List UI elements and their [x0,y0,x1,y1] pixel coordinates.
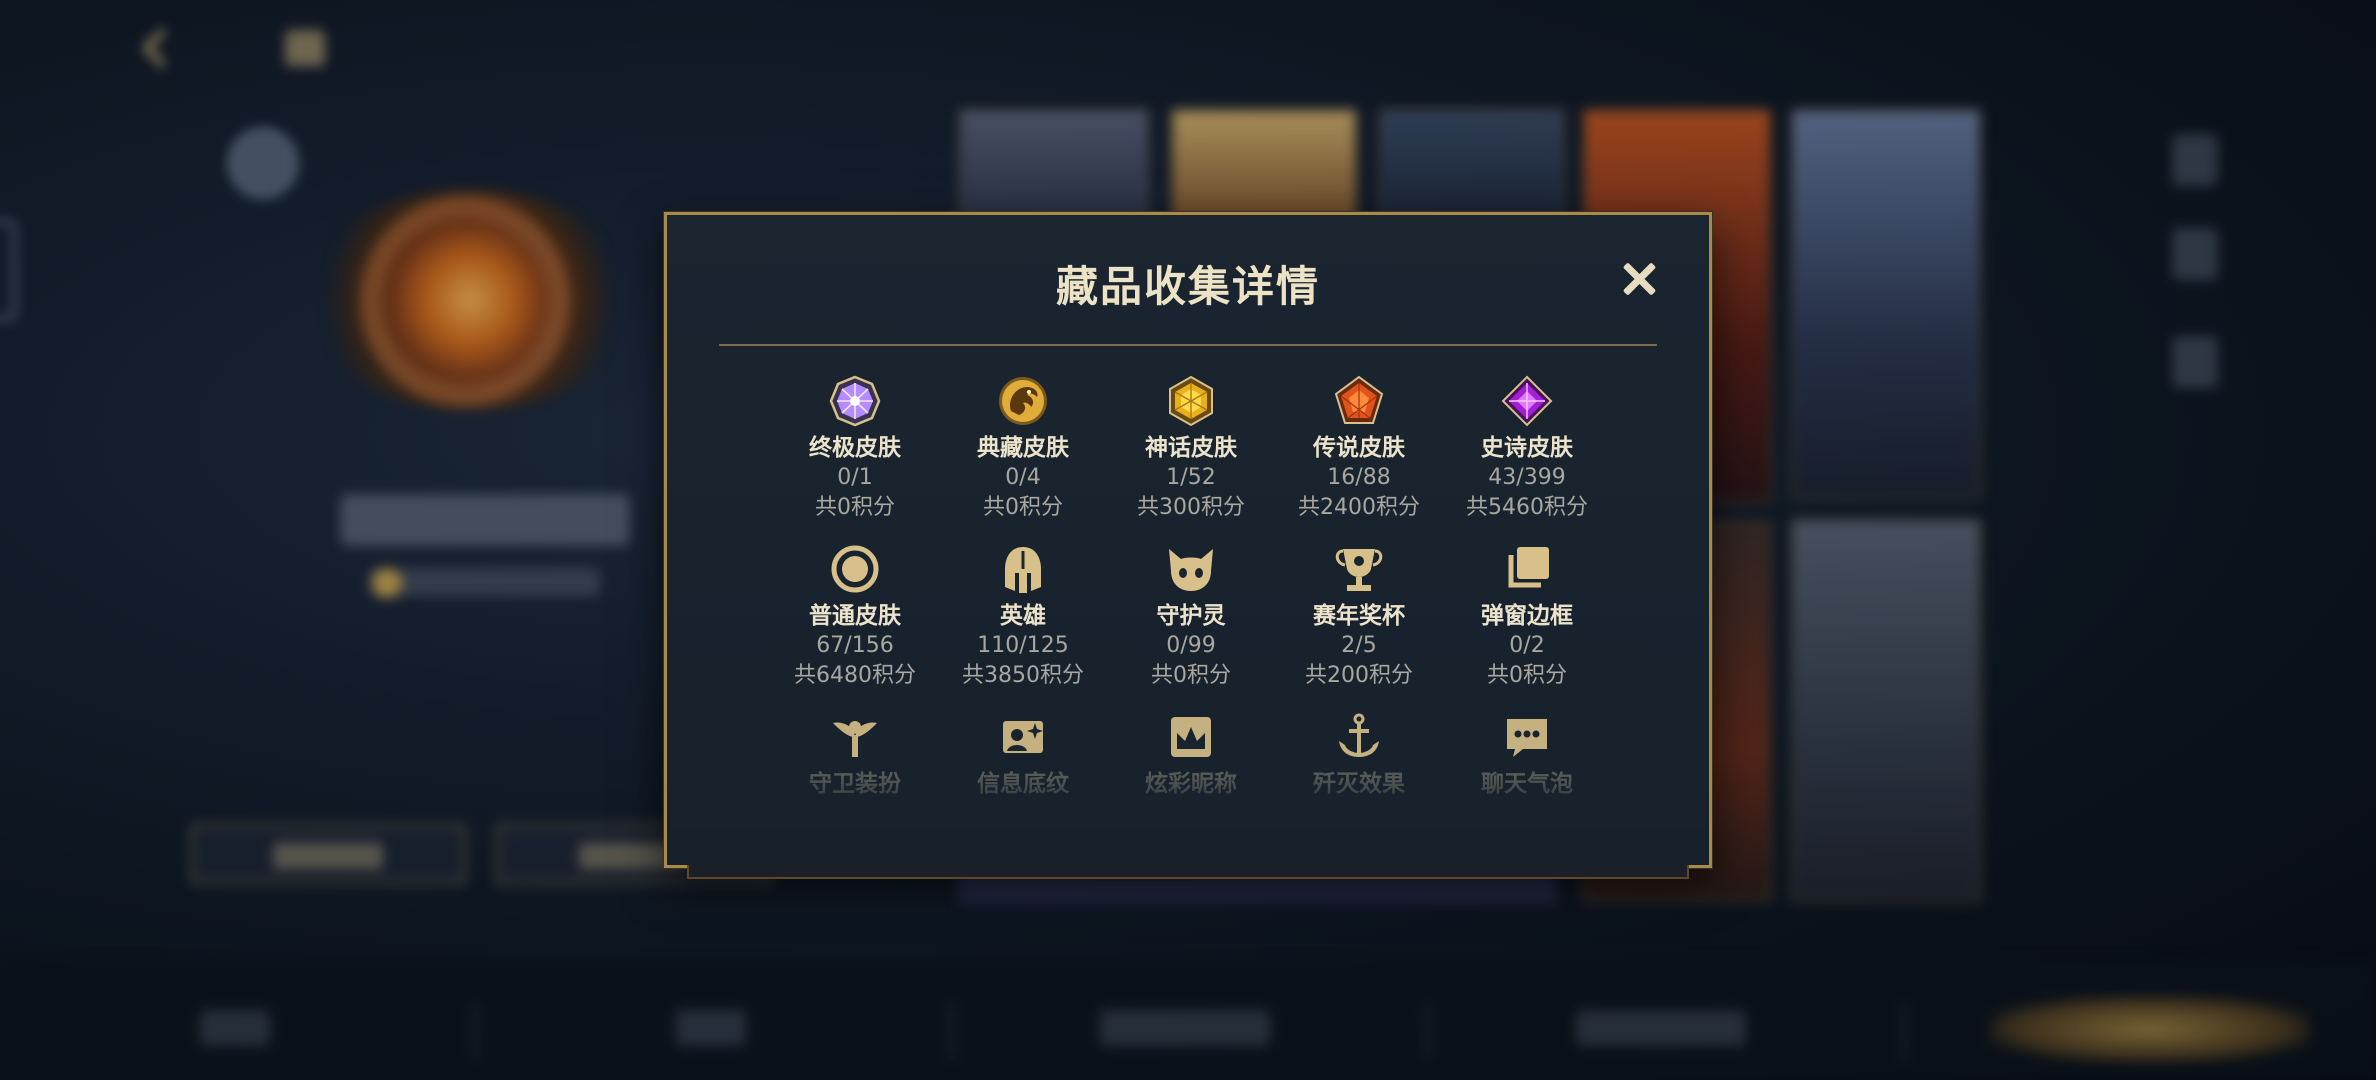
prestige-skin-dragon-icon [999,377,1047,425]
collection-item-chat-bubble[interactable]: 聊天气泡 [1443,711,1611,799]
item-label: 终极皮肤 [809,435,901,461]
share-icon[interactable] [2172,134,2218,186]
tab-divider [1902,1004,1905,1060]
item-count: 0/1 [837,465,873,490]
skin-card[interactable] [1790,108,1982,500]
rank-emblem-ring [360,196,570,406]
item-score: 共6480积分 [794,663,916,688]
item-label: 史诗皮肤 [1481,435,1573,461]
bottom-tab-2[interactable] [676,1010,746,1046]
item-count: 43/399 [1488,465,1566,490]
collection-item-info-banner[interactable]: 信息底纹 [939,711,1107,799]
item-label: 普通皮肤 [809,603,901,629]
item-label: 典藏皮肤 [977,435,1069,461]
tab-divider [1426,1004,1429,1060]
ward-skin-icon [833,721,877,757]
item-count: 0/99 [1166,633,1216,658]
item-label: 守护灵 [1156,603,1226,629]
chat-bubble-icon [1507,719,1547,757]
item-score: 共5460积分 [1466,495,1588,520]
collection-item-ace-effect[interactable]: 歼灭效果 [1275,711,1443,799]
item-score: 共0积分 [1151,663,1231,688]
item-score: 共0积分 [1487,663,1567,688]
item-count: 1/52 [1166,465,1216,490]
item-label: 守卫装扮 [809,771,901,797]
item-label: 赛年奖杯 [1313,603,1405,629]
item-label: 信息底纹 [977,771,1069,797]
popup-frame-icon [1508,547,1549,588]
star-icon [372,568,402,598]
item-label: 弹窗边框 [1481,603,1573,629]
top-bar [0,0,2376,100]
item-score: 共0积分 [815,495,895,520]
close-button[interactable] [1619,259,1659,299]
item-score: 共0积分 [983,495,1063,520]
epic-skin-gem-icon [1501,375,1553,427]
season-trophy-icon [1335,549,1383,591]
home-icon[interactable] [285,30,325,66]
item-score: 共300积分 [1137,495,1245,520]
collection-item-season-trophy[interactable]: 赛年奖杯 2/5 共200积分 [1275,543,1443,691]
champion-helmet-icon [1005,547,1041,593]
item-label: 英雄 [1000,603,1046,629]
skin-card[interactable] [1790,518,1982,902]
tool-icon[interactable] [2172,228,2218,280]
item-count: 2/5 [1341,633,1377,658]
primary-bottom-button[interactable] [1990,996,2310,1062]
item-count: 16/88 [1327,465,1391,490]
item-score: 共2400积分 [1298,495,1420,520]
item-count: 67/156 [816,633,894,658]
legendary-skin-gem-icon [1334,375,1384,424]
item-count: 0/2 [1509,633,1545,658]
title-divider [719,344,1657,346]
collection-item-normal-skin[interactable]: 普通皮肤 67/156 共6480积分 [771,543,939,691]
item-label: 聊天气泡 [1481,771,1573,797]
item-label: 炫彩昵称 [1145,771,1237,797]
game-screen: 藏品收集详情 终极皮肤 0/1 共0积分 典藏皮肤 0/4 共0积分 神话皮肤 … [0,0,2376,1080]
item-label: 传说皮肤 [1313,435,1405,461]
rank-name [340,494,630,546]
bottom-tab-1[interactable] [200,1010,270,1046]
collection-item-legendary-skin[interactable]: 传说皮肤 16/88 共2400积分 [1275,375,1443,523]
rank-subtitle [370,568,600,596]
collection-item-nickname[interactable]: 炫彩昵称 [1107,711,1275,799]
collection-item-ward-skin[interactable]: 守卫装扮 [771,711,939,799]
info-banner-icon [1003,721,1043,753]
tab-divider [950,1004,953,1060]
tab-divider [474,1004,477,1060]
crown-nickname-icon [1171,717,1211,757]
collection-detail-dialog: 藏品收集详情 终极皮肤 0/1 共0积分 典藏皮肤 0/4 共0积分 神话皮肤 … [664,212,1712,879]
item-label: 歼灭效果 [1313,771,1405,797]
guardian-pet-icon [1169,549,1213,591]
collection-item-champion[interactable]: 英雄 110/125 共3850积分 [939,543,1107,691]
item-count: 0/4 [1005,465,1041,490]
collection-item-ultimate-skin[interactable]: 终极皮肤 0/1 共0积分 [771,375,939,523]
avatar[interactable] [228,128,298,198]
dialog-title: 藏品收集详情 [1055,262,1320,311]
mythic-skin-gem-icon [1169,375,1213,427]
left-action-button[interactable] [190,824,466,884]
bottom-tab-3[interactable] [1100,1010,1270,1046]
collection-item-popup-frame[interactable]: 弹窗边框 0/2 共0积分 [1443,543,1611,691]
item-count: 110/125 [977,633,1069,658]
normal-skin-ring-icon [831,545,879,593]
bottom-tab-4[interactable] [1576,1010,1746,1046]
item-score: 共3850积分 [962,663,1084,688]
collection-item-mythic-skin[interactable]: 神话皮肤 1/52 共300积分 [1107,375,1275,523]
ultimate-skin-gem-icon [829,375,881,427]
ace-effect-icon [1339,713,1379,757]
item-score: 共200积分 [1305,663,1413,688]
chevron-left-icon [140,28,166,68]
side-tab-handle[interactable] [0,220,16,320]
collection-item-guardian[interactable]: 守护灵 0/99 共0积分 [1107,543,1275,691]
collection-item-prestige-skin[interactable]: 典藏皮肤 0/4 共0积分 [939,375,1107,523]
back-button[interactable] [140,24,260,72]
collection-item-epic-skin[interactable]: 史诗皮肤 43/399 共5460积分 [1443,375,1611,523]
list-icon[interactable] [2172,336,2218,388]
item-label: 神话皮肤 [1145,435,1237,461]
